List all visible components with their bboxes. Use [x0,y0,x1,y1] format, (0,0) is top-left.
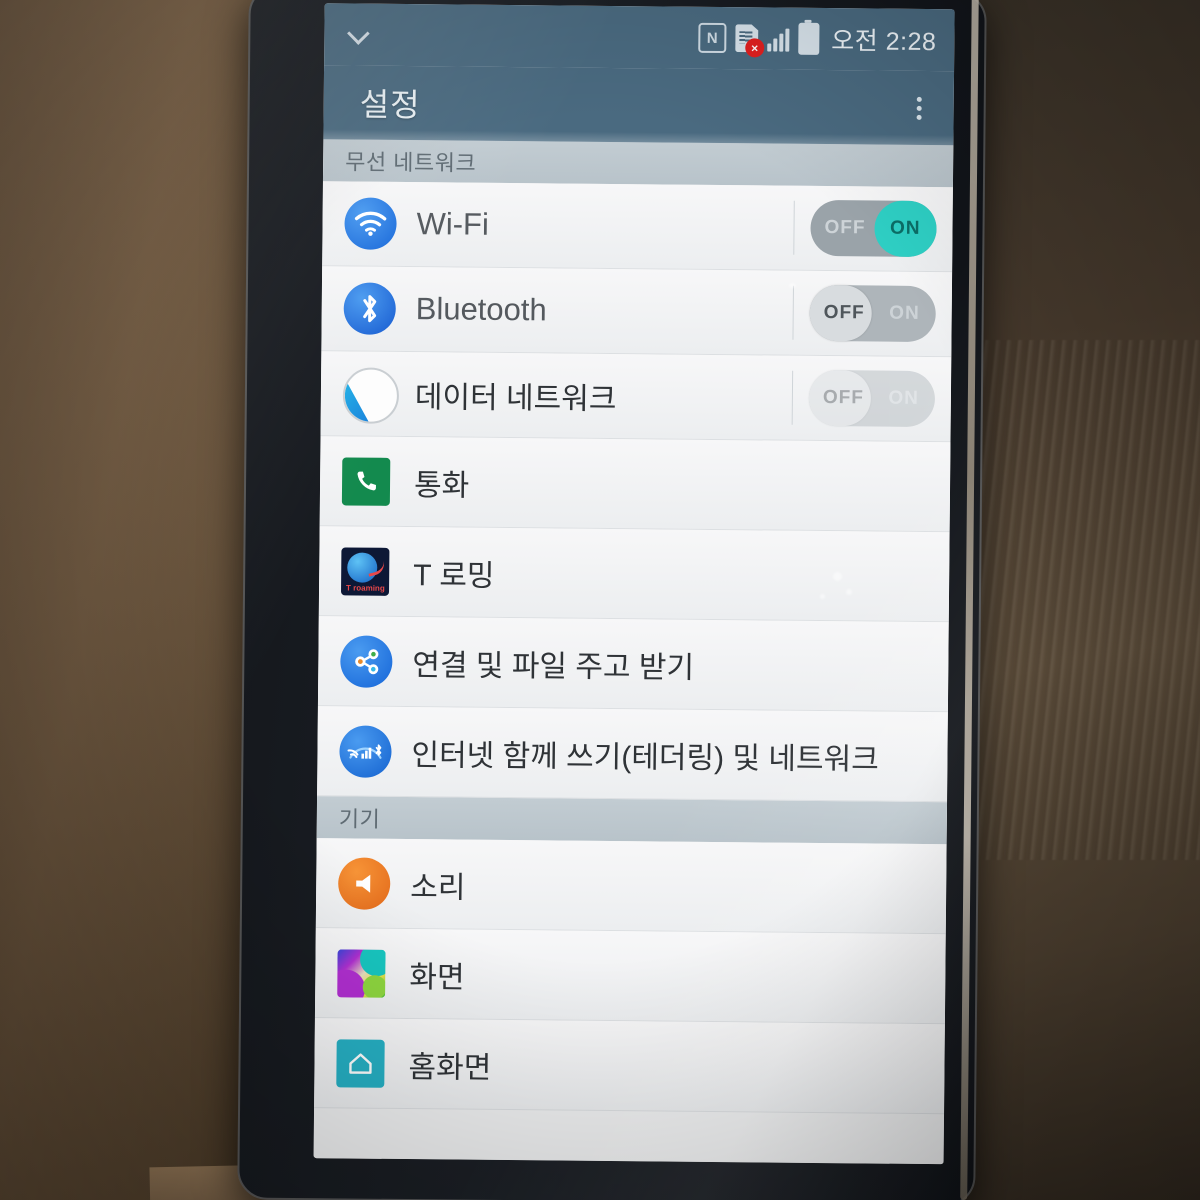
nfc-icon: N [698,22,727,54]
toggle-group: OFF ON [793,199,937,258]
sim-card-error-icon: × [735,24,765,58]
toggle-off-label: OFF [824,217,866,239]
row-divider [791,370,794,425]
settings-row-display[interactable]: 화면 [314,928,946,1025]
wifi-icon [344,197,397,250]
settings-row-label: Bluetooth [415,291,547,328]
data-network-toggle[interactable]: OFF ON [808,369,936,428]
row-divider [792,285,794,340]
status-icons-group: N × 오전 2:28 [698,20,936,58]
settings-row-label: 통화 [413,468,470,503]
overflow-menu-icon[interactable] [907,88,932,127]
toggle-on-label: ON [888,387,920,409]
settings-row-label: Wi-Fi [416,206,490,242]
settings-row-label: 화면 [409,960,465,995]
settings-row-label: 홈화면 [408,1050,492,1085]
settings-row-home-screen[interactable]: 홈화면 [314,1018,945,1115]
status-bar: N × 오전 2:28 [324,3,955,72]
toggle-group: OFF ON [792,284,936,343]
settings-row-label: 소리 [410,870,466,905]
share-connect-icon [340,634,393,688]
action-bar: 설정 [323,65,955,146]
phone-call-icon [341,455,394,507]
settings-row-bluetooth[interactable]: Bluetooth OFF ON [321,266,953,358]
settings-list[interactable]: 무선 네트워크 Wi-Fi OFF ON Bluetooth OFF ON 데이… [313,139,954,1165]
section-header-wireless: 무선 네트워크 [322,139,954,188]
settings-row-label: 인터넷 함께 쓰기(테더링) 및 네트워크 [411,738,879,777]
settings-row-wifi[interactable]: Wi-Fi OFF ON [322,181,953,273]
toggle-off-label: OFF [822,387,865,409]
settings-row-share-connect[interactable]: 연결 및 파일 주고 받기 [317,616,949,713]
section-header-device: 기기 [316,796,948,845]
bluetooth-toggle[interactable]: OFF ON [809,284,936,343]
row-divider [793,200,795,255]
t-roaming-icon: T roaming [340,545,393,597]
toggle-off-label: OFF [823,302,865,324]
sim-error-badge: × [745,38,765,58]
settings-row-t-roaming[interactable]: T roaming T 로밍 [318,526,950,623]
toggle-group: OFF ON [791,369,936,428]
bluetooth-icon [343,282,396,335]
display-icon [337,947,389,999]
tethering-icon [339,724,392,778]
battery-icon [798,22,820,55]
phone-device: N × 오전 2:28 설정 무선 네트워크 Wi-Fi OFF ON Blue… [237,0,987,1200]
settings-row-label: 데이터 네트워크 [414,381,617,417]
photo-scene: N × 오전 2:28 설정 무선 네트워크 Wi-Fi OFF ON Blue… [0,0,1200,1200]
settings-row-tethering[interactable]: 인터넷 함께 쓰기(테더링) 및 네트워크 [317,706,948,803]
data-network-icon [342,367,400,424]
home-screen-icon [336,1037,388,1089]
sound-icon [337,856,391,910]
settings-row-call[interactable]: 통화 [319,436,951,533]
page-title: 설정 [359,86,421,124]
phone-screen: N × 오전 2:28 설정 무선 네트워크 Wi-Fi OFF ON Blue… [313,3,955,1165]
toggle-on-label: ON [889,217,921,239]
settings-row-label: T 로밍 [413,558,495,593]
toggle-on-label: ON [889,302,920,324]
wifi-toggle[interactable]: OFF ON [810,199,937,258]
chevron-down-icon[interactable] [346,21,372,47]
settings-row-data-network[interactable]: 데이터 네트워크 OFF ON [320,351,952,443]
signal-bars-icon [767,25,790,52]
settings-row-label: 연결 및 파일 주고 받기 [412,648,695,685]
settings-row-sound[interactable]: 소리 [315,838,947,935]
status-clock: 오전 2:28 [831,27,937,57]
